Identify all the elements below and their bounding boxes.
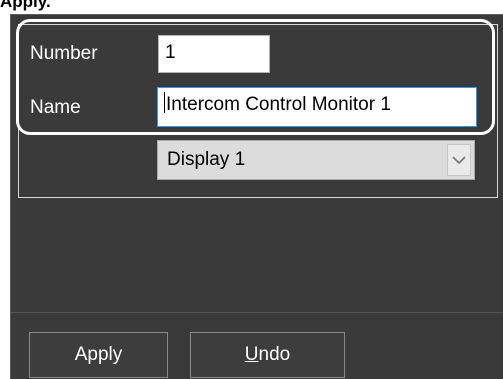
chevron-down-icon[interactable] — [447, 144, 471, 176]
undo-button[interactable]: Undo — [190, 332, 345, 378]
display-select[interactable]: Display 1 — [157, 140, 475, 180]
display-select-value: Display 1 — [167, 149, 246, 170]
text-caret — [164, 92, 165, 113]
number-label: Number — [30, 43, 98, 64]
document-heading: Apply. — [0, 0, 51, 11]
apply-button[interactable]: Apply — [29, 332, 168, 378]
name-label: Name — [30, 97, 81, 118]
panel-divider — [10, 312, 503, 313]
number-field[interactable]: 1 — [158, 35, 270, 73]
name-field-value: Intercom Control Monitor 1 — [166, 94, 391, 115]
name-field[interactable]: Intercom Control Monitor 1 — [157, 87, 477, 127]
